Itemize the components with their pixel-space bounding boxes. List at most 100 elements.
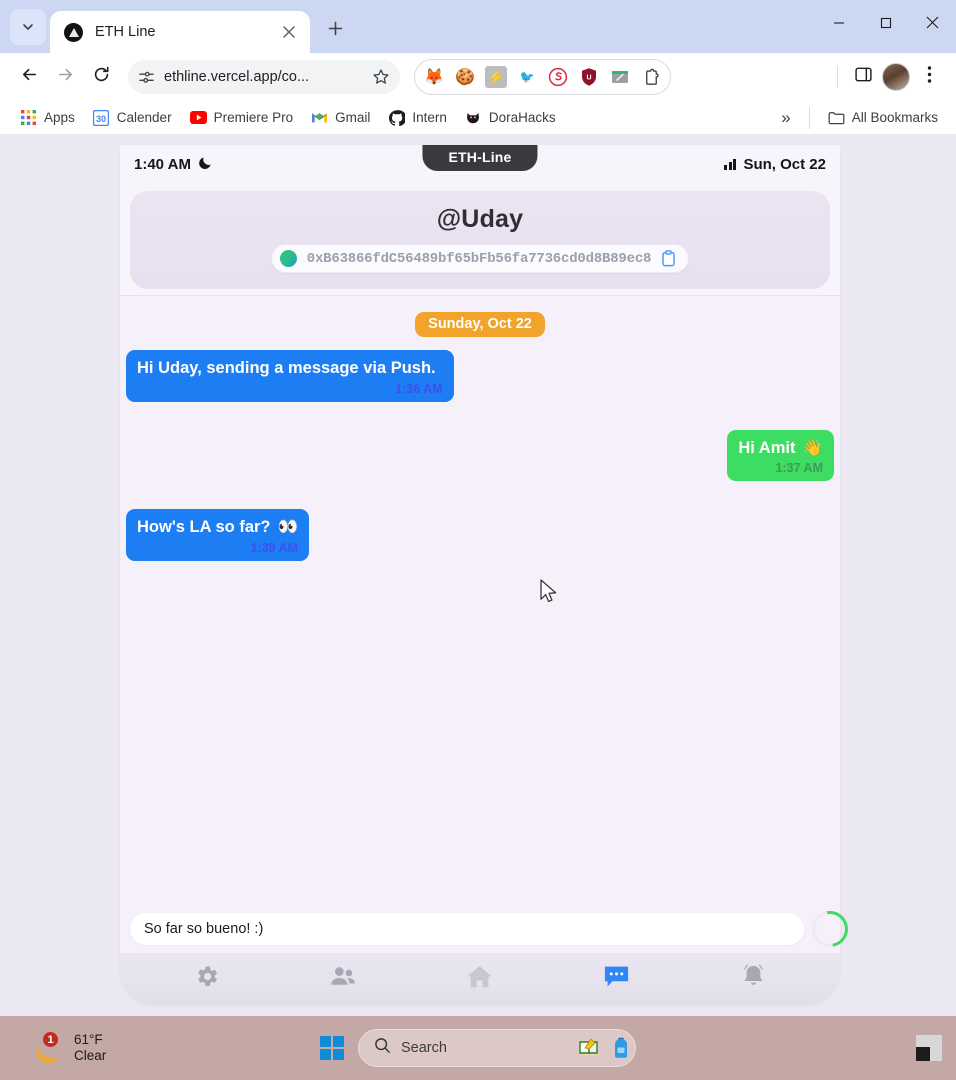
bookmark-apps[interactable]: Apps	[12, 105, 83, 130]
message-text: How's LA so far?	[137, 518, 271, 537]
extensions-puzzle-icon[interactable]	[640, 66, 662, 88]
message-text-wrap: How's LA so far? 👀	[137, 517, 298, 538]
nav-item-contacts[interactable]	[275, 953, 412, 1005]
bookmark-gmail[interactable]: Gmail	[303, 105, 378, 130]
message-row: How's LA so far? 👀 1:39 AM	[126, 509, 834, 561]
svg-text:30: 30	[96, 114, 106, 124]
taskbar-center: Search	[320, 1029, 636, 1067]
wallet-address-text: 0xB63866fdC56489bf65bFb56fa7736cd0d8B89e…	[306, 250, 652, 267]
dorahacks-cat-icon	[465, 109, 482, 126]
reload-button[interactable]	[84, 60, 118, 94]
status-time: 1:40 AM	[134, 155, 191, 173]
minimize-button[interactable]	[815, 0, 862, 45]
app-bottom-nav	[120, 953, 840, 1005]
side-panel-button[interactable]	[846, 60, 880, 94]
uo-shield-extension-icon[interactable]: U	[578, 66, 600, 88]
chevrons-right-icon[interactable]: »	[773, 106, 798, 130]
apps-grid-icon	[20, 109, 37, 126]
bird-extension-icon[interactable]: 🐦	[516, 66, 538, 88]
tune-icon[interactable]	[138, 69, 156, 86]
nav-item-settings[interactable]	[138, 953, 275, 1005]
bookmark-label: Gmail	[335, 110, 371, 125]
tab-search-button[interactable]	[10, 9, 46, 45]
wallet-avatar-icon	[279, 250, 297, 267]
bookmark-intern[interactable]: Intern	[380, 105, 455, 130]
backpack-icon[interactable]	[612, 1037, 630, 1059]
bookmarks-bar-right: » All Bookmarks	[773, 105, 946, 130]
toolbar-divider	[837, 66, 838, 88]
crescent-moon-weather-icon: 1	[33, 1031, 66, 1067]
bookmark-dorahacks[interactable]: DoraHacks	[457, 105, 564, 130]
wallet-address-pill[interactable]: 0xB63866fdC56489bf65bFb56fa7736cd0d8B89e…	[270, 244, 690, 273]
browser-toolbar: ethline.vercel.app/co... 🦊 🍪 ⚡ 🐦 U	[0, 53, 956, 101]
windows-taskbar: 1 61°F Clear Search	[0, 1016, 956, 1080]
tab-strip: ETH Line	[0, 0, 956, 53]
weather-widget[interactable]: 1 61°F Clear	[26, 1028, 116, 1067]
nav-item-notifications[interactable]	[685, 953, 822, 1005]
taskbar-search[interactable]: Search	[358, 1029, 636, 1067]
bookmark-label: DoraHacks	[488, 110, 556, 125]
app-status-bar: 1:40 AM ETH-Line Sun, Oct 22	[120, 145, 840, 183]
bookmark-premiere-pro[interactable]: Premiere Pro	[182, 105, 302, 130]
all-bookmarks-label: All Bookmarks	[851, 110, 938, 125]
message-bubble-outgoing[interactable]: Hi Amit 👋 1:37 AM	[727, 429, 834, 482]
window-app-icon[interactable]	[912, 1031, 946, 1065]
weather-text: 61°F Clear	[74, 1032, 106, 1063]
nav-item-home[interactable]	[412, 953, 549, 1005]
green-folder-extension-icon[interactable]	[609, 66, 631, 88]
message-text-wrap: Hi Amit 👋	[738, 438, 823, 459]
eth-line-app: 1:40 AM ETH-Line Sun, Oct 22 @Uday 0xB63…	[120, 145, 856, 1005]
back-button[interactable]	[12, 60, 46, 94]
bookmark-label: Calender	[116, 110, 172, 125]
lightning-extension-icon[interactable]: ⚡	[485, 66, 507, 88]
google-calendar-icon: 30	[93, 109, 110, 126]
nav-item-chats[interactable]	[548, 953, 685, 1005]
message-row: Hi Uday, sending a message via Push. 1:3…	[126, 350, 834, 402]
taskbar-tray	[912, 1031, 946, 1065]
message-bubble-incoming[interactable]: How's LA so far? 👀 1:39 AM	[126, 509, 310, 561]
bookmarks-bar: Apps 30 Calender Premiere Pro Gmail Inte…	[0, 101, 956, 135]
bookmark-label: Premiere Pro	[213, 110, 294, 125]
all-bookmarks-button[interactable]: All Bookmarks	[820, 105, 946, 130]
profile-avatar[interactable]	[882, 63, 910, 91]
browser-menu-button[interactable]	[912, 60, 946, 94]
maximize-button[interactable]	[862, 0, 909, 45]
date-divider: Sunday, Oct 22	[415, 312, 545, 337]
profile-handle: @Uday	[436, 205, 524, 233]
signal-bars-icon	[724, 158, 737, 170]
notebook-pen-icon[interactable]	[576, 1037, 602, 1059]
message-text: Hi Uday, sending a message via Push.	[137, 359, 436, 377]
svg-text:U: U	[586, 75, 591, 82]
taskbar-search-placeholder: Search	[401, 1040, 447, 1056]
notification-badge: 1	[42, 1031, 59, 1048]
three-dot-menu-icon	[927, 65, 932, 89]
vercel-triangle-icon	[64, 22, 83, 42]
weather-condition: Clear	[74, 1048, 107, 1063]
close-window-button[interactable]	[909, 0, 956, 45]
cookie-extension-icon[interactable]: 🍪	[454, 66, 476, 88]
browser-tab[interactable]: ETH Line	[50, 11, 310, 53]
page-viewport: 1:40 AM ETH-Line Sun, Oct 22 @Uday 0xB63…	[0, 135, 956, 1016]
tab-title: ETH Line	[95, 24, 156, 40]
star-icon[interactable]	[372, 68, 392, 86]
home-icon	[465, 963, 494, 995]
s-shield-extension-icon[interactable]	[547, 66, 569, 88]
chat-bubble-icon	[602, 963, 631, 995]
status-bar-left: 1:40 AM	[134, 155, 213, 174]
mouse-cursor	[540, 579, 558, 609]
address-bar[interactable]: ethline.vercel.app/co...	[128, 60, 400, 94]
message-input[interactable]: So far so bueno! :)	[130, 913, 804, 945]
windows-logo-icon[interactable]	[320, 1036, 344, 1060]
new-tab-button[interactable]	[318, 14, 352, 48]
tab-close-button[interactable]	[278, 21, 300, 43]
forward-button[interactable]	[48, 60, 82, 94]
clipboard-copy-icon[interactable]	[661, 250, 676, 267]
message-emoji: 👋	[802, 438, 823, 457]
bookmark-calender[interactable]: 30 Calender	[85, 105, 180, 130]
metamask-extension-icon[interactable]: 🦊	[423, 66, 445, 88]
loading-spinner-icon[interactable]	[804, 903, 856, 955]
date-divider-row: Sunday, Oct 22	[126, 312, 834, 337]
gmail-icon	[311, 109, 328, 126]
search-icon	[374, 1037, 391, 1059]
message-bubble-incoming[interactable]: Hi Uday, sending a message via Push. 1:3…	[126, 350, 454, 402]
